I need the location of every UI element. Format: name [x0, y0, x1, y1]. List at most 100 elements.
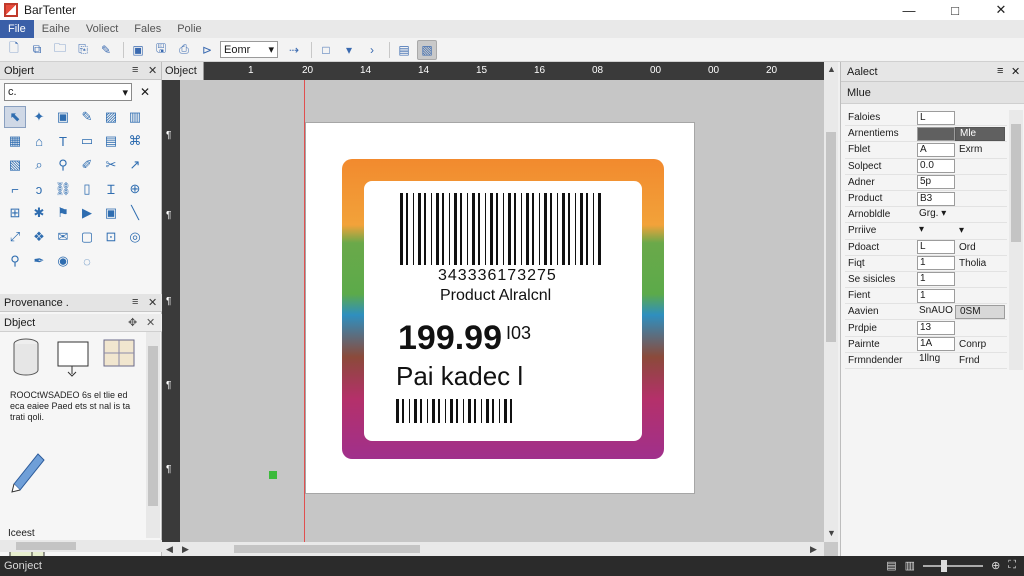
fit-page-icon[interactable]: ▤ — [886, 559, 896, 572]
menu-file[interactable]: File — [0, 20, 34, 38]
menu-edit[interactable]: Eaihe — [34, 20, 78, 38]
open-folder-icon[interactable]: 🗀 — [50, 40, 70, 60]
radar-icon[interactable]: ◌ — [76, 250, 98, 272]
canvas-workspace[interactable]: 343336173275 Product Alralcnl 199.99 I03… — [180, 80, 824, 542]
tree-icon[interactable]: ⌘ — [124, 130, 146, 152]
picture2-icon[interactable]: ▣ — [100, 202, 122, 224]
picture-icon[interactable]: ▨ — [100, 106, 122, 128]
left-vertical-scrollbar[interactable] — [146, 332, 160, 538]
box-icon[interactable]: ▭ — [76, 130, 98, 152]
barcode-secondary[interactable] — [396, 399, 516, 425]
property-value-field[interactable]: L — [917, 110, 955, 125]
barcode-main[interactable] — [400, 193, 604, 273]
zoom-in-icon[interactable]: ⊕ — [991, 559, 1000, 572]
grid2-icon[interactable]: ⊞ — [4, 202, 26, 224]
scroll-right-icon[interactable]: ▶ — [810, 544, 817, 555]
lock-icon[interactable]: ⌂ — [28, 130, 50, 152]
envelope-icon[interactable]: ✉ — [52, 226, 74, 248]
property-extra-value[interactable]: Exrm — [955, 144, 1005, 155]
scroll-right-icon[interactable]: ▶ — [182, 544, 189, 555]
menu-icon[interactable]: ≡ — [132, 64, 138, 76]
scissors-icon[interactable]: ✂ — [100, 154, 122, 176]
next-icon[interactable]: › — [362, 40, 382, 60]
selection-handle[interactable] — [269, 471, 277, 479]
label-page[interactable]: 343336173275 Product Alralcnl 199.99 I03… — [305, 122, 695, 494]
rectangle-icon[interactable]: □ — [316, 40, 336, 60]
text-cursor-icon[interactable]: Ɪ — [100, 178, 122, 200]
property-value-field[interactable]: SnAUO — [917, 305, 955, 319]
price-text[interactable]: 199.99 — [398, 319, 502, 358]
menu-icon[interactable]: ≡ — [132, 296, 138, 308]
frame-icon[interactable]: ⊡ — [100, 226, 122, 248]
scroll-thumb[interactable] — [826, 132, 836, 342]
property-value-field[interactable]: 0.0 — [917, 159, 955, 174]
property-extra-value[interactable]: Ord — [955, 242, 1005, 253]
maximize-button[interactable]: □ — [932, 0, 978, 20]
property-value-field[interactable] — [917, 126, 955, 141]
flag-icon[interactable]: ⚑ — [52, 202, 74, 224]
corner-icon[interactable]: ⌐ — [4, 178, 26, 200]
text-icon[interactable]: T — [52, 130, 74, 152]
label-border[interactable]: 343336173275 Product Alralcnl 199.99 I03… — [342, 159, 664, 459]
expand-icon[interactable]: ⤢ — [4, 226, 26, 248]
barcode-icon[interactable]: ▯ — [76, 178, 98, 200]
align-icon[interactable]: ⇢ — [284, 40, 304, 60]
component-icon[interactable]: ❖ — [28, 226, 50, 248]
properties-scrollbar[interactable] — [1009, 110, 1023, 370]
clear-search-icon[interactable]: ✕ — [140, 85, 150, 99]
ear-icon[interactable]: ↄ — [28, 178, 50, 200]
canvas-vertical-scrollbar[interactable]: ▲ ▼ — [824, 62, 838, 542]
menu-files[interactable]: Fales — [126, 20, 169, 38]
chain-icon[interactable]: ⛓ — [52, 178, 74, 200]
paint-icon[interactable]: ✐ — [76, 154, 98, 176]
dropdown-arrow-icon[interactable]: ▾ — [339, 40, 359, 60]
play-icon[interactable]: ▶ — [76, 202, 98, 224]
barcode-caption[interactable]: Product Alralcnl — [440, 287, 551, 305]
print-icon[interactable]: ⎙ — [174, 40, 194, 60]
scroll-left-icon[interactable]: ◀ — [166, 544, 173, 555]
label-content[interactable]: 343336173275 Product Alralcnl 199.99 I03… — [364, 181, 642, 441]
image-icon[interactable]: ▣ — [52, 106, 74, 128]
object-search-input[interactable]: c. ▾ — [4, 83, 132, 101]
pointer-icon[interactable]: ⬉ — [4, 106, 26, 128]
grid-icon[interactable]: ▦ — [4, 130, 26, 152]
scroll-thumb[interactable] — [234, 545, 420, 553]
link-icon[interactable]: ⚲ — [52, 154, 74, 176]
property-value-field[interactable]: 1A — [917, 337, 955, 352]
fit-width-icon[interactable]: ▥ — [905, 559, 915, 572]
sparkle-icon[interactable]: ✦ — [28, 106, 50, 128]
arrow-icon[interactable]: ↗ — [124, 154, 146, 176]
property-value-field[interactable]: 1 — [917, 272, 955, 287]
property-extra-value[interactable]: Tholia — [955, 258, 1005, 269]
menu-object[interactable]: Voliect — [78, 20, 126, 38]
copy-icon[interactable]: ⧉ — [27, 40, 47, 60]
property-value-field[interactable]: 13 — [917, 321, 955, 336]
layout-icon[interactable]: ▧ — [417, 39, 437, 60]
close-icon[interactable]: ✕ — [1011, 65, 1020, 78]
edit-icon[interactable]: ✎ — [76, 106, 98, 128]
property-extra-value[interactable]: Mle — [955, 126, 1005, 141]
scroll-down-icon[interactable]: ▼ — [827, 528, 836, 538]
chart-icon[interactable]: ▥ — [124, 106, 146, 128]
document-icon[interactable]: ▤ — [100, 130, 122, 152]
scroll-thumb[interactable] — [16, 542, 76, 550]
minimize-button[interactable]: — — [886, 0, 932, 20]
property-value-field[interactable]: B3 — [917, 191, 955, 206]
barcode-number[interactable]: 343336173275 — [438, 267, 557, 285]
property-value-field[interactable]: A — [917, 142, 955, 157]
pin-icon[interactable]: ✎ — [96, 40, 116, 60]
property-value-field[interactable]: 1 — [917, 288, 955, 303]
property-value-field[interactable]: Grg. ▾ — [917, 208, 955, 222]
window-icon[interactable]: ▢ — [76, 226, 98, 248]
pen-icon[interactable]: ✒ — [28, 250, 50, 272]
scroll-thumb[interactable] — [148, 346, 158, 506]
property-value-field[interactable]: L — [917, 240, 955, 255]
layout-icon[interactable]: ▧ — [4, 154, 26, 176]
zoom-icon[interactable]: ⊕ — [124, 178, 146, 200]
product-line-text[interactable]: Pai kadec l — [396, 361, 523, 392]
zoom-slider[interactable] — [923, 559, 984, 572]
new-document-icon[interactable]: 🗋 — [4, 40, 24, 60]
left-horizontal-scrollbar[interactable] — [0, 540, 162, 552]
property-extra-value[interactable]: ▾ — [955, 225, 1005, 236]
property-extra-value[interactable]: Conrp — [955, 339, 1005, 350]
